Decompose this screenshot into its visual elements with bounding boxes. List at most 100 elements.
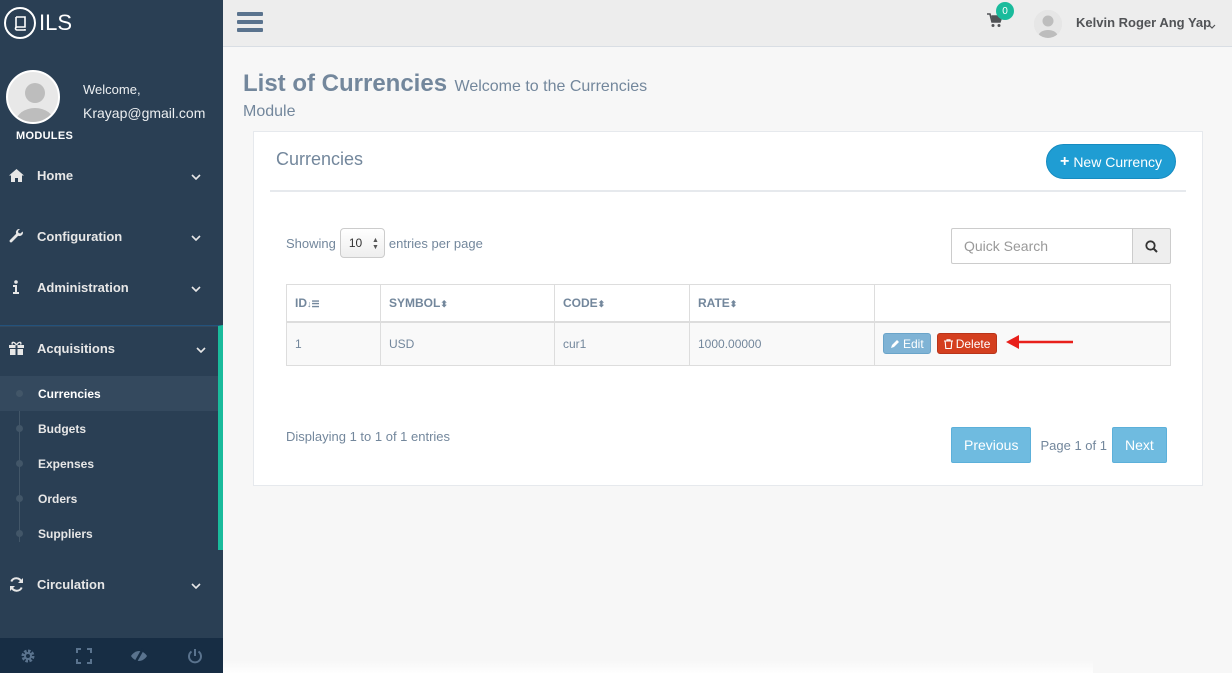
sidebar-item-budgets[interactable]: Budgets: [0, 411, 218, 446]
red-arrow-annotation-icon: [1006, 335, 1073, 349]
new-currency-button[interactable]: + New Currency: [1046, 144, 1176, 179]
gift-icon: [8, 341, 24, 355]
bullet-dot: [16, 495, 23, 502]
nav-configuration[interactable]: Configuration: [0, 216, 223, 256]
eye-slash-icon[interactable]: [119, 638, 159, 673]
sidebar-item-label: Budgets: [38, 421, 86, 436]
info-icon: [8, 280, 24, 294]
brand[interactable]: ILS: [0, 0, 223, 46]
sidebar-item-currencies[interactable]: Currencies: [0, 376, 218, 411]
next-button[interactable]: Next: [1111, 427, 1167, 463]
chevron-down-icon: [196, 341, 206, 356]
pagination: Previous Page 1 of 1 Next: [951, 427, 1167, 463]
chevron-down-icon: [191, 168, 201, 183]
panel-title: Currencies: [276, 149, 364, 169]
page-info: Page 1 of 1: [1040, 437, 1107, 453]
updown-icon: ▲ ▼: [371, 237, 379, 251]
column-header-id[interactable]: ID↓☰: [286, 284, 381, 323]
search-icon: [1145, 239, 1158, 253]
hamburger-menu-icon[interactable]: [237, 10, 263, 34]
cell-rate: 1000.00000: [689, 321, 875, 366]
column-header-symbol[interactable]: SYMBOL⬍: [380, 284, 555, 323]
chevron-down-icon: [191, 229, 201, 244]
showing-label: Showing: [286, 235, 336, 251]
sidebar-item-label: Expenses: [38, 456, 95, 471]
delete-button[interactable]: Delete: [936, 333, 998, 355]
sidebar-item-expenses[interactable]: Expenses: [0, 446, 218, 481]
nav-acquisitions[interactable]: Acquisitions: [0, 328, 223, 368]
nav-administration[interactable]: Administration: [0, 267, 223, 307]
sidebar-footer: [0, 638, 223, 673]
chevron-down-icon: [191, 577, 201, 592]
search-input[interactable]: Quick Search: [951, 228, 1132, 264]
cart-count-badge: 0: [996, 2, 1014, 20]
trash-icon: [943, 339, 953, 349]
divider: [270, 190, 1186, 192]
page-title-main: List of Currencies: [243, 70, 448, 97]
sidebar-item-suppliers[interactable]: Suppliers: [0, 516, 218, 551]
top-navbar: 0 Kelvin Roger Ang Yap: [223, 0, 1232, 47]
sort-desc-icon: ↓☰: [307, 298, 320, 309]
modules-label: MODULES: [16, 130, 74, 142]
sidebar-item-label: Suppliers: [38, 526, 93, 541]
chevron-down-icon[interactable]: [1208, 17, 1216, 35]
profile-welcome: Welcome,: [83, 82, 141, 97]
previous-button[interactable]: Previous: [951, 427, 1032, 463]
avatar: [6, 70, 60, 124]
user-avatar[interactable]: [1034, 10, 1062, 38]
column-header-rate[interactable]: RATE⬍: [689, 284, 875, 323]
page-title: List of Currencies Welcome to the Curren…: [243, 70, 647, 98]
refresh-icon: [8, 576, 24, 592]
acquisitions-section: Acquisitions Currencies Budgets Expenses…: [0, 325, 223, 550]
nav-home[interactable]: Home: [0, 155, 223, 195]
cell-symbol: USD: [380, 321, 555, 366]
quick-search: Quick Search: [951, 228, 1171, 264]
display-info: Displaying 1 to 1 of 1 entries: [286, 429, 451, 444]
wrench-icon: [8, 228, 24, 244]
bullet-dot: [16, 425, 23, 432]
book-logo-icon: [4, 7, 36, 39]
fullscreen-icon[interactable]: [64, 638, 104, 673]
sidebar-item-label: Orders: [38, 491, 78, 506]
entries-value: 10: [348, 236, 363, 250]
nav-circulation-label: Circulation: [37, 576, 105, 592]
page-subtitle-continued: Module: [243, 103, 296, 120]
bullet-dot: [16, 530, 23, 537]
brand-name: ILS: [39, 10, 73, 35]
nav-home-label: Home: [37, 167, 74, 183]
bullet-dot: [16, 390, 23, 397]
home-icon: [8, 168, 24, 182]
profile-email: Krayap@gmail.com: [83, 105, 206, 121]
cell-id: 1: [286, 321, 381, 366]
search-button[interactable]: [1132, 228, 1171, 264]
entries-per-page: Showing 10 ▲ ▼ entries per page: [286, 228, 483, 258]
bottom-fade: [223, 660, 1093, 673]
power-icon[interactable]: [175, 638, 215, 673]
user-name[interactable]: Kelvin Roger Ang Yap: [1076, 15, 1211, 30]
plus-icon: +: [1059, 152, 1070, 170]
column-header-actions: [874, 284, 1171, 323]
bullet-dot: [16, 460, 23, 467]
sort-icon: ⬍: [729, 298, 738, 309]
entries-select[interactable]: 10 ▲ ▼: [339, 228, 385, 258]
currencies-table: ID↓☰ SYMBOL⬍ CODE⬍ RATE⬍ 1 USD cur1 1000…: [286, 284, 1171, 366]
sort-icon: ⬍: [597, 298, 606, 309]
chevron-down-icon: [191, 280, 201, 295]
sidebar-item-label: Currencies: [38, 386, 101, 401]
entries-label: entries per page: [388, 235, 483, 251]
sort-icon: ⬍: [440, 298, 448, 309]
column-header-code[interactable]: CODE⬍: [554, 284, 690, 323]
sidebar-item-orders[interactable]: Orders: [0, 481, 218, 516]
nav-acquisitions-label: Acquisitions: [37, 340, 116, 356]
currencies-panel: Currencies + New Currency Showing 10 ▲ ▼ …: [253, 131, 1203, 486]
sidebar: ILS Welcome, Krayap@gmail.com MODULES Ho…: [0, 0, 223, 673]
nav-configuration-label: Configuration: [37, 228, 123, 244]
settings-gear-icon[interactable]: [8, 638, 48, 673]
table-header-row: ID↓☰ SYMBOL⬍ CODE⬍ RATE⬍: [286, 284, 1171, 323]
edit-button[interactable]: Edit: [883, 333, 931, 355]
cell-code: cur1: [554, 321, 690, 366]
new-currency-label: New Currency: [1073, 153, 1163, 170]
nav-administration-label: Administration: [37, 279, 129, 295]
nav-circulation[interactable]: Circulation: [0, 564, 223, 604]
pencil-icon: [891, 339, 899, 348]
